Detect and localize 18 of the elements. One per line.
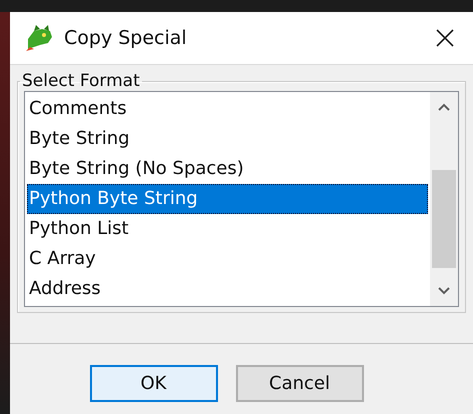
list-item[interactable]: Python Byte String (27, 184, 428, 214)
list-item[interactable]: Comments (27, 94, 428, 124)
cancel-button[interactable]: Cancel (236, 364, 364, 402)
format-list[interactable]: Comments Byte String Byte String (No Spaces) Python Byte String Python List C Array Address (24, 91, 459, 307)
scroll-thumb[interactable] (432, 170, 456, 268)
close-icon[interactable] (436, 29, 454, 47)
list-item[interactable]: Byte String (No Spaces) (27, 154, 428, 184)
dragon-icon (24, 25, 54, 51)
scroll-up-icon[interactable] (438, 103, 450, 111)
list-item[interactable]: Byte String (27, 124, 428, 154)
list-item[interactable]: Python List (27, 214, 428, 244)
group-label: Select Format (22, 71, 140, 91)
ok-button[interactable]: OK (90, 364, 218, 402)
list-item[interactable]: C Array (27, 244, 428, 274)
window-title: Copy Special (64, 27, 188, 49)
scrollbar[interactable] (430, 92, 458, 306)
list-item[interactable]: Address (27, 274, 428, 304)
scroll-down-icon[interactable] (438, 287, 450, 295)
